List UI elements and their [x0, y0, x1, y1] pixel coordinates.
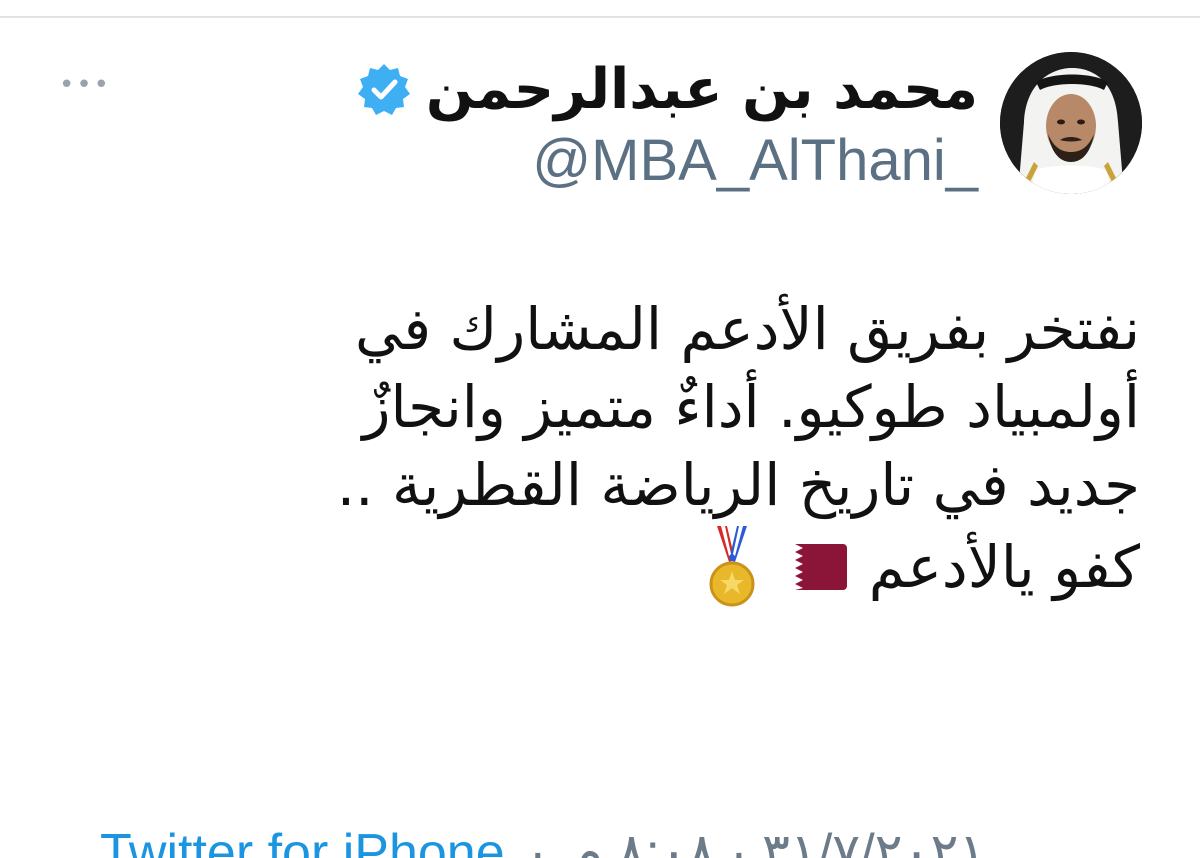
author-handle[interactable]: @MBA_AlThani_ — [532, 132, 978, 190]
medal-icon — [709, 526, 755, 607]
tweet-timestamp[interactable]: ٣١/٧/٢٠٢١ · ٨:٠٨ م — [571, 824, 987, 858]
avatar-image — [1000, 52, 1142, 194]
qatar-flag-icon — [772, 544, 847, 590]
tweet-text-line: جديد في تاريخ الرياضة القطرية .. — [80, 446, 1140, 524]
tweet-text-line-4: كفو يالأدعم — [868, 533, 1140, 601]
tweet-text-line-3: جديد في تاريخ الرياضة القطرية .. — [336, 451, 1140, 519]
tweet-text-line-1: نفتخر بفريق الأدعم المشارك في — [354, 295, 1140, 363]
tweet-source-link[interactable]: Twitter for iPhone — [100, 824, 505, 858]
more-options-icon: ••• — [59, 70, 112, 100]
author-display-name[interactable]: محمد بن عبدالرحمن — [426, 62, 978, 118]
more-options-button[interactable]: ••• — [59, 70, 112, 100]
author-name-row: محمد بن عبدالرحمن — [356, 50, 978, 130]
meta-separator: · — [529, 824, 547, 858]
avatar[interactable] — [1000, 52, 1142, 194]
verified-badge-icon — [357, 64, 410, 115]
tweet-page: ••• محمد بن عبدالرحمن @MBA_AlThani_ نفتخ… — [0, 0, 1200, 858]
tweet-text-line: كفو يالأدعم — [80, 524, 1140, 610]
tweet-text-line: أولمبياد طوكيو. أداءٌ متميز وانجازٌ — [80, 368, 1140, 446]
top-divider — [0, 16, 1200, 18]
tweet-text-line: نفتخر بفريق الأدعم المشارك في — [80, 290, 1140, 368]
tweet-text-line-2: أولمبياد طوكيو. أداءٌ متميز وانجازٌ — [362, 373, 1140, 441]
tweet-meta: Twitter for iPhone · ٣١/٧/٢٠٢١ · ٨:٠٨ م — [100, 818, 986, 858]
tweet-text: نفتخر بفريق الأدعم المشارك في أولمبياد ط… — [80, 290, 1140, 610]
